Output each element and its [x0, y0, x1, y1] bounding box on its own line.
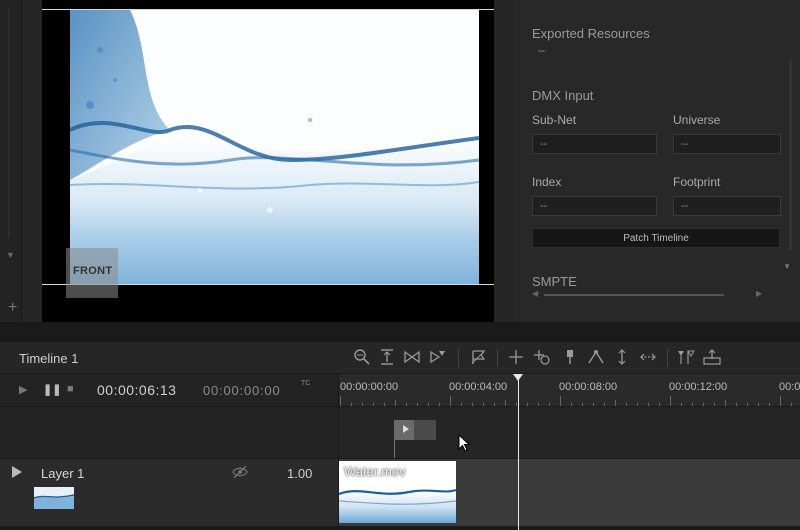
timeline-title: Timeline 1: [19, 351, 79, 366]
layer-name[interactable]: Layer 1: [41, 466, 84, 481]
smpte-title: SMPTE: [532, 274, 577, 289]
timecode-unit[interactable]: TC: [301, 380, 310, 387]
ruler-label: 00:00:00:00: [340, 381, 399, 393]
timeline-ruler[interactable]: 00:00:00:00 00:00:04:00 00:00:08:00 00:0…: [338, 374, 800, 406]
mouse-cursor-icon: [458, 433, 472, 454]
ruler-label: 00:00:12:00: [669, 381, 728, 393]
playhead-handle[interactable]: [513, 374, 523, 381]
subnet-field[interactable]: --: [532, 134, 657, 154]
hscroll-thumb[interactable]: [544, 294, 724, 296]
inspector-panel: Exported Resources -- DMX Input Sub-Net …: [514, 0, 800, 322]
ruler-tick: [340, 396, 341, 406]
footprint-field[interactable]: --: [673, 196, 781, 216]
timeline-toolbar: [340, 342, 800, 374]
footprint-label: Footprint: [673, 175, 721, 189]
horizontal-resize-icon[interactable]: [638, 348, 658, 368]
patch-timeline-button[interactable]: Patch Timeline: [532, 228, 780, 248]
index-field[interactable]: --: [532, 196, 657, 216]
clip-name: Water.mov: [344, 464, 406, 479]
expand-layer-icon[interactable]: [12, 466, 22, 478]
stop-icon[interactable]: ■: [67, 383, 74, 395]
scroll-left-icon[interactable]: ◀: [532, 289, 538, 298]
add-keyframe-icon[interactable]: [532, 348, 552, 368]
cue-stem: [394, 440, 395, 458]
front-overlay-label: FRONT: [66, 248, 118, 298]
scroll-down-icon[interactable]: ▼: [783, 262, 791, 271]
secondary-timecode[interactable]: 00:00:00:00: [203, 383, 280, 398]
vertical-resize-icon[interactable]: [612, 348, 632, 368]
upload-icon[interactable]: [702, 348, 722, 368]
bottom-strip: [0, 526, 800, 530]
preview-water-image: [70, 10, 479, 284]
add-icon[interactable]: +: [8, 300, 17, 316]
panel-divider: [0, 322, 800, 342]
toolbar-separator: [667, 349, 668, 367]
ruler-tick: [560, 396, 561, 406]
filter-markers-icon[interactable]: [428, 348, 448, 368]
app-window: ▼ + FRONT Exported Resources -- DMX Inpu…: [0, 0, 800, 530]
ruler-tick: [780, 396, 781, 406]
universe-label: Universe: [673, 113, 721, 127]
curve-icon[interactable]: [586, 348, 606, 368]
dmx-input-title: DMX Input: [532, 88, 594, 103]
cue-header: [0, 406, 338, 458]
ruler-label: 00:00: [779, 381, 800, 393]
subnet-label: Sub-Net: [532, 113, 577, 127]
inspector-hscroll[interactable]: ◀ ▶: [532, 289, 762, 298]
ruler-tick: [450, 396, 451, 406]
cue-play-icon: [403, 425, 409, 433]
fit-height-icon[interactable]: [377, 348, 397, 368]
cue-marker[interactable]: [394, 420, 436, 458]
cue-track[interactable]: [338, 406, 800, 458]
media-clip[interactable]: Water.mov: [339, 461, 456, 523]
toolbar-separator: [497, 349, 498, 367]
left-scroll-track[interactable]: [8, 8, 10, 238]
bowtie-icon[interactable]: [402, 348, 422, 368]
split-icon[interactable]: [506, 348, 526, 368]
cue-add-icon[interactable]: [468, 348, 488, 368]
layer-track[interactable]: Water.mov: [338, 458, 800, 526]
exported-resources-title: Exported Resources: [532, 26, 650, 41]
cue-flag[interactable]: [394, 420, 414, 440]
filter-icon[interactable]: [676, 348, 696, 368]
index-label: Index: [532, 175, 562, 189]
timeline-header: Timeline 1: [0, 342, 800, 374]
zoom-fit-icon[interactable]: [352, 348, 372, 368]
layer-header[interactable]: Layer 1 1.00: [0, 458, 338, 526]
left-panel-strip: ▼ +: [0, 0, 22, 322]
layer-opacity[interactable]: 1.00: [287, 466, 312, 481]
current-timecode[interactable]: 00:00:06:13: [97, 382, 176, 398]
inspector-vscroll-thumb[interactable]: [789, 60, 792, 250]
exported-resources-value: --: [538, 45, 546, 57]
ruler-label: 00:00:04:00: [449, 381, 508, 393]
play-icon[interactable]: ▶: [19, 383, 27, 396]
pin-icon[interactable]: [560, 348, 580, 368]
ruler-label: 00:00:08:00: [559, 381, 618, 393]
layer-thumbnail: [34, 487, 74, 509]
ruler-tick: [670, 396, 671, 406]
universe-field[interactable]: --: [673, 134, 781, 154]
scroll-down-icon[interactable]: ▼: [6, 250, 15, 260]
transport-bar: ▶ ❚❚ ■ 00:00:06:13 00:00:00:00 TC: [0, 374, 338, 406]
visibility-hidden-icon[interactable]: [231, 465, 249, 479]
toolbar-separator: [458, 349, 459, 367]
playhead-line[interactable]: [518, 374, 519, 530]
pause-icon[interactable]: ❚❚: [43, 383, 61, 396]
scroll-right-icon[interactable]: ▶: [756, 289, 762, 298]
